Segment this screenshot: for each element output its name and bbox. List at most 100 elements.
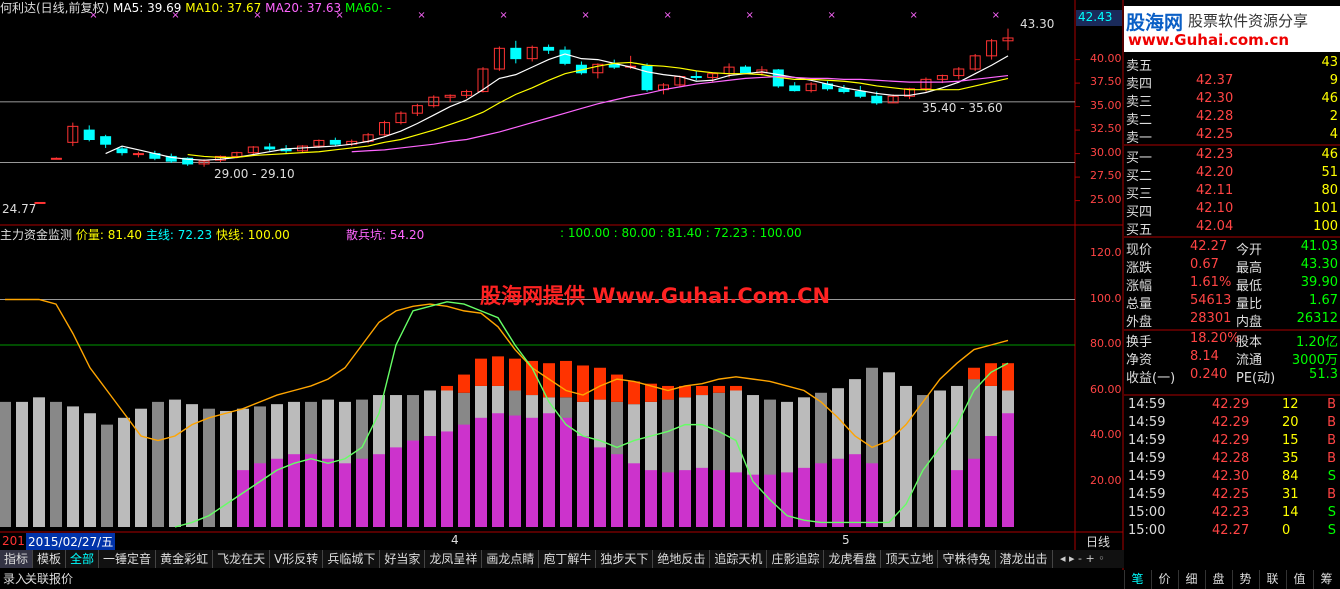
candle-body [789, 85, 801, 92]
tab-4[interactable]: 黄金彩虹 [156, 550, 214, 568]
quote-tab-5[interactable]: 联 [1259, 570, 1285, 589]
tick-row: 14:59 42.25 31 B [1124, 487, 1340, 505]
magenta-bar [441, 431, 453, 527]
tick-price: 42.23 [1212, 505, 1250, 520]
book-price: 42.37 [1196, 73, 1234, 88]
quote-tab-1[interactable]: 价 [1151, 570, 1177, 589]
magenta-bar [781, 472, 793, 527]
tick-price: 42.29 [1212, 415, 1250, 430]
stat-row: 涨幅 1.61% 最低 39.90 [1124, 275, 1340, 294]
scroll-left-icon[interactable]: ◂ ▸ - + ◦ [1060, 552, 1105, 565]
gray-bar [220, 410, 232, 527]
magenta-bar [322, 458, 334, 527]
magenta-bar [764, 474, 776, 527]
marker-x: × [581, 10, 589, 21]
kuaixian-label: 快线: 100.00 [215, 228, 290, 242]
tick-side: B [1327, 433, 1336, 448]
book-label: 卖二 [1126, 113, 1153, 128]
gray-bar [118, 417, 130, 527]
current-price-tag: 42.43 [1076, 10, 1122, 26]
tab-9[interactable]: 龙凤呈祥 [425, 550, 483, 568]
book-volume: 46 [1321, 91, 1338, 106]
price-tick: 32.50 [1090, 122, 1122, 136]
bottom-tab-1[interactable]: 关联报价 [22, 570, 76, 589]
tab-8[interactable]: 好当家 [380, 550, 426, 568]
tab-7[interactable]: 兵临城下 [323, 550, 381, 568]
red-bar [509, 358, 521, 391]
tick-volume: 15 [1282, 433, 1299, 448]
tick-volume: 31 [1282, 487, 1299, 502]
indicator-tick: 100.0 [1090, 291, 1122, 305]
quote-tab-6[interactable]: 值 [1286, 570, 1312, 589]
candle-body [116, 148, 128, 154]
tab-1[interactable]: 模板 [33, 550, 67, 568]
indicator-tick: 80.00 [1090, 337, 1122, 350]
book-label: 买五 [1126, 223, 1153, 238]
magenta-bar [305, 454, 317, 527]
magenta-bar [509, 415, 521, 527]
stat-value-2: 1.20亿 [1296, 335, 1338, 350]
quote-tab-4[interactable]: 势 [1232, 570, 1258, 589]
tick-volume: 14 [1282, 505, 1299, 520]
indicator-tick: 120.0 [1090, 246, 1122, 259]
tab-19[interactable]: 潜龙出击 [996, 550, 1053, 568]
order-book-row: 买二 42.20 51 [1124, 165, 1340, 184]
tab-18[interactable]: 守株待兔 [938, 550, 996, 568]
gray-bar [33, 397, 45, 527]
watermark: 股海网提供 Www.Guhai.Com.CN [480, 284, 831, 308]
tab-2[interactable]: 全部 [66, 550, 100, 568]
magenta-bar [951, 470, 963, 527]
magenta-bar [543, 413, 555, 527]
tab-13[interactable]: 绝地反击 [653, 550, 711, 568]
tab-14[interactable]: 追踪天机 [710, 550, 768, 568]
price-tick: 37.50 [1090, 75, 1122, 89]
tab-12[interactable]: 独步天下 [596, 550, 654, 568]
candle-body [329, 139, 341, 145]
quote-tab-2[interactable]: 细 [1178, 570, 1204, 589]
tab-scroll-controls[interactable]: ◂ ▸ - + ◦ [1060, 550, 1124, 568]
tab-6[interactable]: V形反转 [270, 550, 324, 568]
magenta-bar [611, 454, 623, 527]
tick-row: 14:59 42.30 84 S [1124, 469, 1340, 487]
tab-11[interactable]: 庖丁解牛 [539, 550, 597, 568]
month-label-5: 5 [842, 533, 850, 547]
magenta-bar [407, 440, 419, 527]
quote-tab-7[interactable]: 筹 [1313, 570, 1339, 589]
order-book-row: 卖三 42.30 46 [1124, 91, 1340, 110]
logo: 股海网 股票软件资源分享 www.Guhai.com.cn [1124, 6, 1340, 52]
tab-3[interactable]: 一锤定音 [99, 550, 157, 568]
tab-17[interactable]: 顶天立地 [881, 550, 939, 568]
period-label[interactable]: 日线 [1086, 533, 1110, 550]
book-label: 买三 [1126, 187, 1153, 202]
magenta-bar [866, 463, 878, 527]
book-volume: 100 [1313, 219, 1338, 234]
tick-time: 14:59 [1128, 451, 1166, 466]
stat-value: 8.14 [1190, 349, 1219, 364]
quote-tab-0[interactable]: 笔 [1124, 570, 1150, 589]
tick-side: B [1327, 451, 1336, 466]
indicator-header: 主力资金监测 价量: 81.40 主线: 72.23 快线: 100.00 [0, 226, 290, 243]
stat-value-2: 51.3 [1309, 367, 1338, 382]
book-label: 卖一 [1126, 131, 1153, 146]
tab-16[interactable]: 龙虎看盘 [824, 550, 882, 568]
tab-5[interactable]: 飞龙在天 [213, 550, 271, 568]
candle-body [34, 201, 46, 204]
time-axis-left-number: 201 [2, 534, 25, 548]
quote-tab-3[interactable]: 盘 [1205, 570, 1231, 589]
tab-10[interactable]: 画龙点睛 [482, 550, 540, 568]
book-price: 42.28 [1196, 109, 1234, 124]
gray-bar [67, 406, 79, 527]
book-price: 42.10 [1196, 201, 1234, 216]
magenta-bar [832, 458, 844, 527]
tab-0[interactable]: 指标 [0, 550, 34, 568]
red-bar [1002, 363, 1014, 391]
stock-title: 何利达(日线,前复权) [0, 1, 110, 15]
tick-time: 14:59 [1128, 469, 1166, 484]
order-book-row: 买五 42.04 100 [1124, 219, 1340, 238]
range-label-2: 35.40 - 35.60 [922, 101, 1003, 115]
main-chart-header: 何利达(日线,前复权) MA5: 39.69 MA10: 37.67 MA20:… [0, 0, 391, 16]
stat-label: 收益(一) [1126, 371, 1176, 386]
tab-15[interactable]: 庄影追踪 [767, 550, 825, 568]
red-bar [628, 381, 640, 405]
magenta-bar [254, 463, 266, 527]
